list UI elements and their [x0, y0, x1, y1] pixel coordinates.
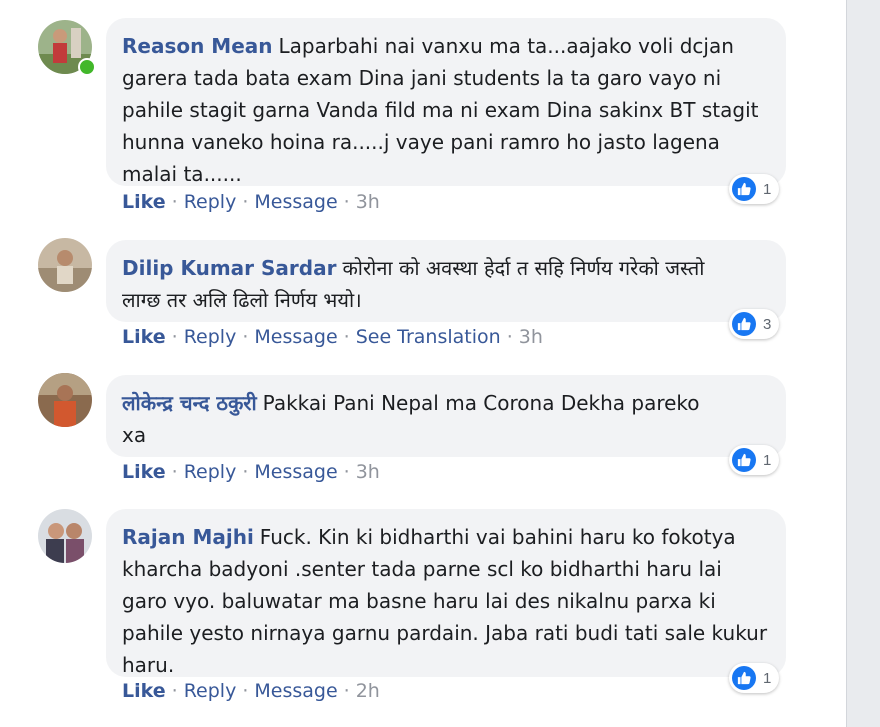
reaction-count: 1	[763, 669, 772, 687]
comment-actions: Like · Reply · Message · 3h	[122, 461, 380, 483]
thumbs-up-icon	[732, 448, 756, 472]
separator: ·	[171, 461, 178, 483]
thumbs-up-icon	[732, 312, 756, 336]
reaction-summary[interactable]: 1	[729, 663, 780, 693]
comment-line: pahile yesto nirnaya garnu pardain. Jaba…	[122, 621, 768, 645]
separator: ·	[242, 461, 249, 483]
comment-line: malai ta......	[122, 162, 242, 186]
separator: ·	[242, 191, 249, 213]
reaction-summary[interactable]: 3	[729, 309, 780, 339]
comment-actions: Like · Reply · Message · 3h	[122, 191, 380, 213]
separator: ·	[506, 326, 513, 348]
reaction-summary[interactable]: 1	[729, 445, 780, 475]
thumbs-up-icon	[732, 666, 756, 690]
comment-author[interactable]: Rajan Majhi	[122, 525, 254, 549]
avatar-image	[38, 238, 92, 292]
comment-author[interactable]: Dilip Kumar Sardar	[122, 256, 336, 280]
comment-line: pahile stagit garna Vanda fild ma ni exa…	[122, 98, 759, 122]
avatar-image	[38, 373, 92, 427]
message-button[interactable]: Message	[254, 191, 337, 213]
avatar-image	[38, 509, 92, 563]
comment-timestamp[interactable]: 3h	[356, 191, 380, 213]
comment-line: Pakkai Pani Nepal ma Corona Dekha pareko	[262, 391, 700, 415]
thumbs-up-icon	[732, 177, 756, 201]
separator: ·	[343, 680, 350, 702]
separator: ·	[171, 326, 178, 348]
separator: ·	[171, 680, 178, 702]
comments-panel: Reason Mean Laparbahi nai vanxu ma ta...a…	[0, 0, 847, 727]
reaction-summary[interactable]: 1	[729, 174, 780, 204]
comment-line: Fuck. Kin ki bidharthi vai bahini haru k…	[259, 525, 736, 549]
comment-line: garera tada bata exam Dina jani students…	[122, 66, 722, 90]
avatar-rajan-majhi[interactable]	[38, 509, 92, 563]
comment-line: garo vyo. baluwatar ma basne haru lai de…	[122, 589, 716, 613]
comment-bubble: लोकेन्द्र चन्द ठकुरी Pakkai Pani Nepal ma…	[106, 375, 786, 457]
comment-author[interactable]: Reason Mean	[122, 34, 273, 58]
like-button[interactable]: Like	[122, 326, 166, 348]
comment-line: Laparbahi nai vanxu ma ta...aajako voli …	[278, 34, 734, 58]
separator: ·	[343, 461, 350, 483]
comment-author[interactable]: लोकेन्द्र चन्द ठकुरी	[122, 391, 257, 415]
comment-line: कोरोना को अवस्था हेर्दा त सहि निर्णय गरे…	[342, 256, 705, 280]
comment-line: hunna vaneko hoina ra.....j vaye pani ra…	[122, 130, 720, 154]
reaction-count: 3	[763, 315, 772, 333]
separator: ·	[171, 191, 178, 213]
reply-button[interactable]: Reply	[184, 680, 237, 702]
comment-timestamp[interactable]: 3h	[519, 326, 543, 348]
comment-line: haru.	[122, 653, 175, 677]
comment-timestamp[interactable]: 3h	[356, 461, 380, 483]
reply-button[interactable]: Reply	[184, 326, 237, 348]
reaction-count: 1	[763, 451, 772, 469]
like-button[interactable]: Like	[122, 680, 166, 702]
comment-line: लाग्छ तर अलि ढिलो निर्णय भयो।	[122, 288, 362, 312]
like-button[interactable]: Like	[122, 191, 166, 213]
reply-button[interactable]: Reply	[184, 461, 237, 483]
separator: ·	[343, 191, 350, 213]
comment-actions: Like · Reply · Message · 2h	[122, 680, 380, 702]
separator: ·	[242, 680, 249, 702]
comment-bubble: Dilip Kumar Sardar कोरोना को अवस्था हेर्द…	[106, 240, 786, 322]
separator: ·	[242, 326, 249, 348]
reaction-count: 1	[763, 180, 772, 198]
comment-actions: Like · Reply · Message · See Translation · 3h	[122, 326, 543, 348]
avatar-dilip-kumar-sardar[interactable]	[38, 238, 92, 292]
message-button[interactable]: Message	[254, 326, 337, 348]
comment-bubble: Reason Mean Laparbahi nai vanxu ma ta...a…	[106, 18, 786, 186]
separator: ·	[343, 326, 350, 348]
see-translation-button[interactable]: See Translation	[356, 326, 501, 348]
reply-button[interactable]: Reply	[184, 191, 237, 213]
comment-line: kharcha badyoni .senter tada parne scl k…	[122, 557, 722, 581]
like-button[interactable]: Like	[122, 461, 166, 483]
online-status-icon	[78, 58, 96, 76]
comment-bubble: Rajan Majhi Fuck. Kin ki bidharthi vai ba…	[106, 509, 786, 677]
comment-timestamp[interactable]: 2h	[356, 680, 380, 702]
comment-line: xa	[122, 423, 147, 447]
avatar-lokendra-chand-thakuri[interactable]	[38, 373, 92, 427]
message-button[interactable]: Message	[254, 461, 337, 483]
message-button[interactable]: Message	[254, 680, 337, 702]
